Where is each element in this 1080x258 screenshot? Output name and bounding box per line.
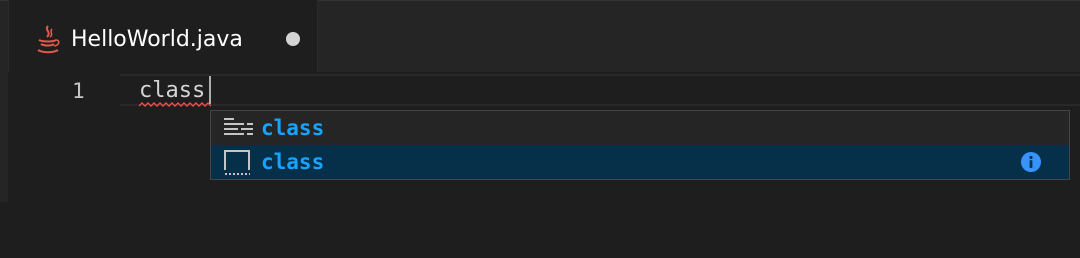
suggest-item-label: class [261,116,325,140]
suggest-item-label: class [261,150,325,174]
java-coffee-icon [37,25,60,54]
info-icon[interactable] [1020,151,1042,173]
suggest-item-snippet[interactable]: class [211,145,1069,179]
suggest-item-keyword[interactable]: class [211,111,1069,145]
keyword-icon [224,118,253,135]
suggest-widget: class class [210,110,1070,180]
unsaved-dot-icon[interactable] [286,32,300,46]
line-number: 1 [72,79,85,103]
text-cursor [209,76,211,104]
current-line-highlight [120,74,1080,106]
code-line-text[interactable]: class [139,77,205,104]
snippet-icon [224,150,250,175]
tab-filename: HelloWorld.java [71,27,243,52]
error-squiggle [139,102,211,107]
editor-tab-helloworld-java[interactable]: HelloWorld.java [8,0,318,72]
editor-left-gutter-shadow [0,72,8,202]
